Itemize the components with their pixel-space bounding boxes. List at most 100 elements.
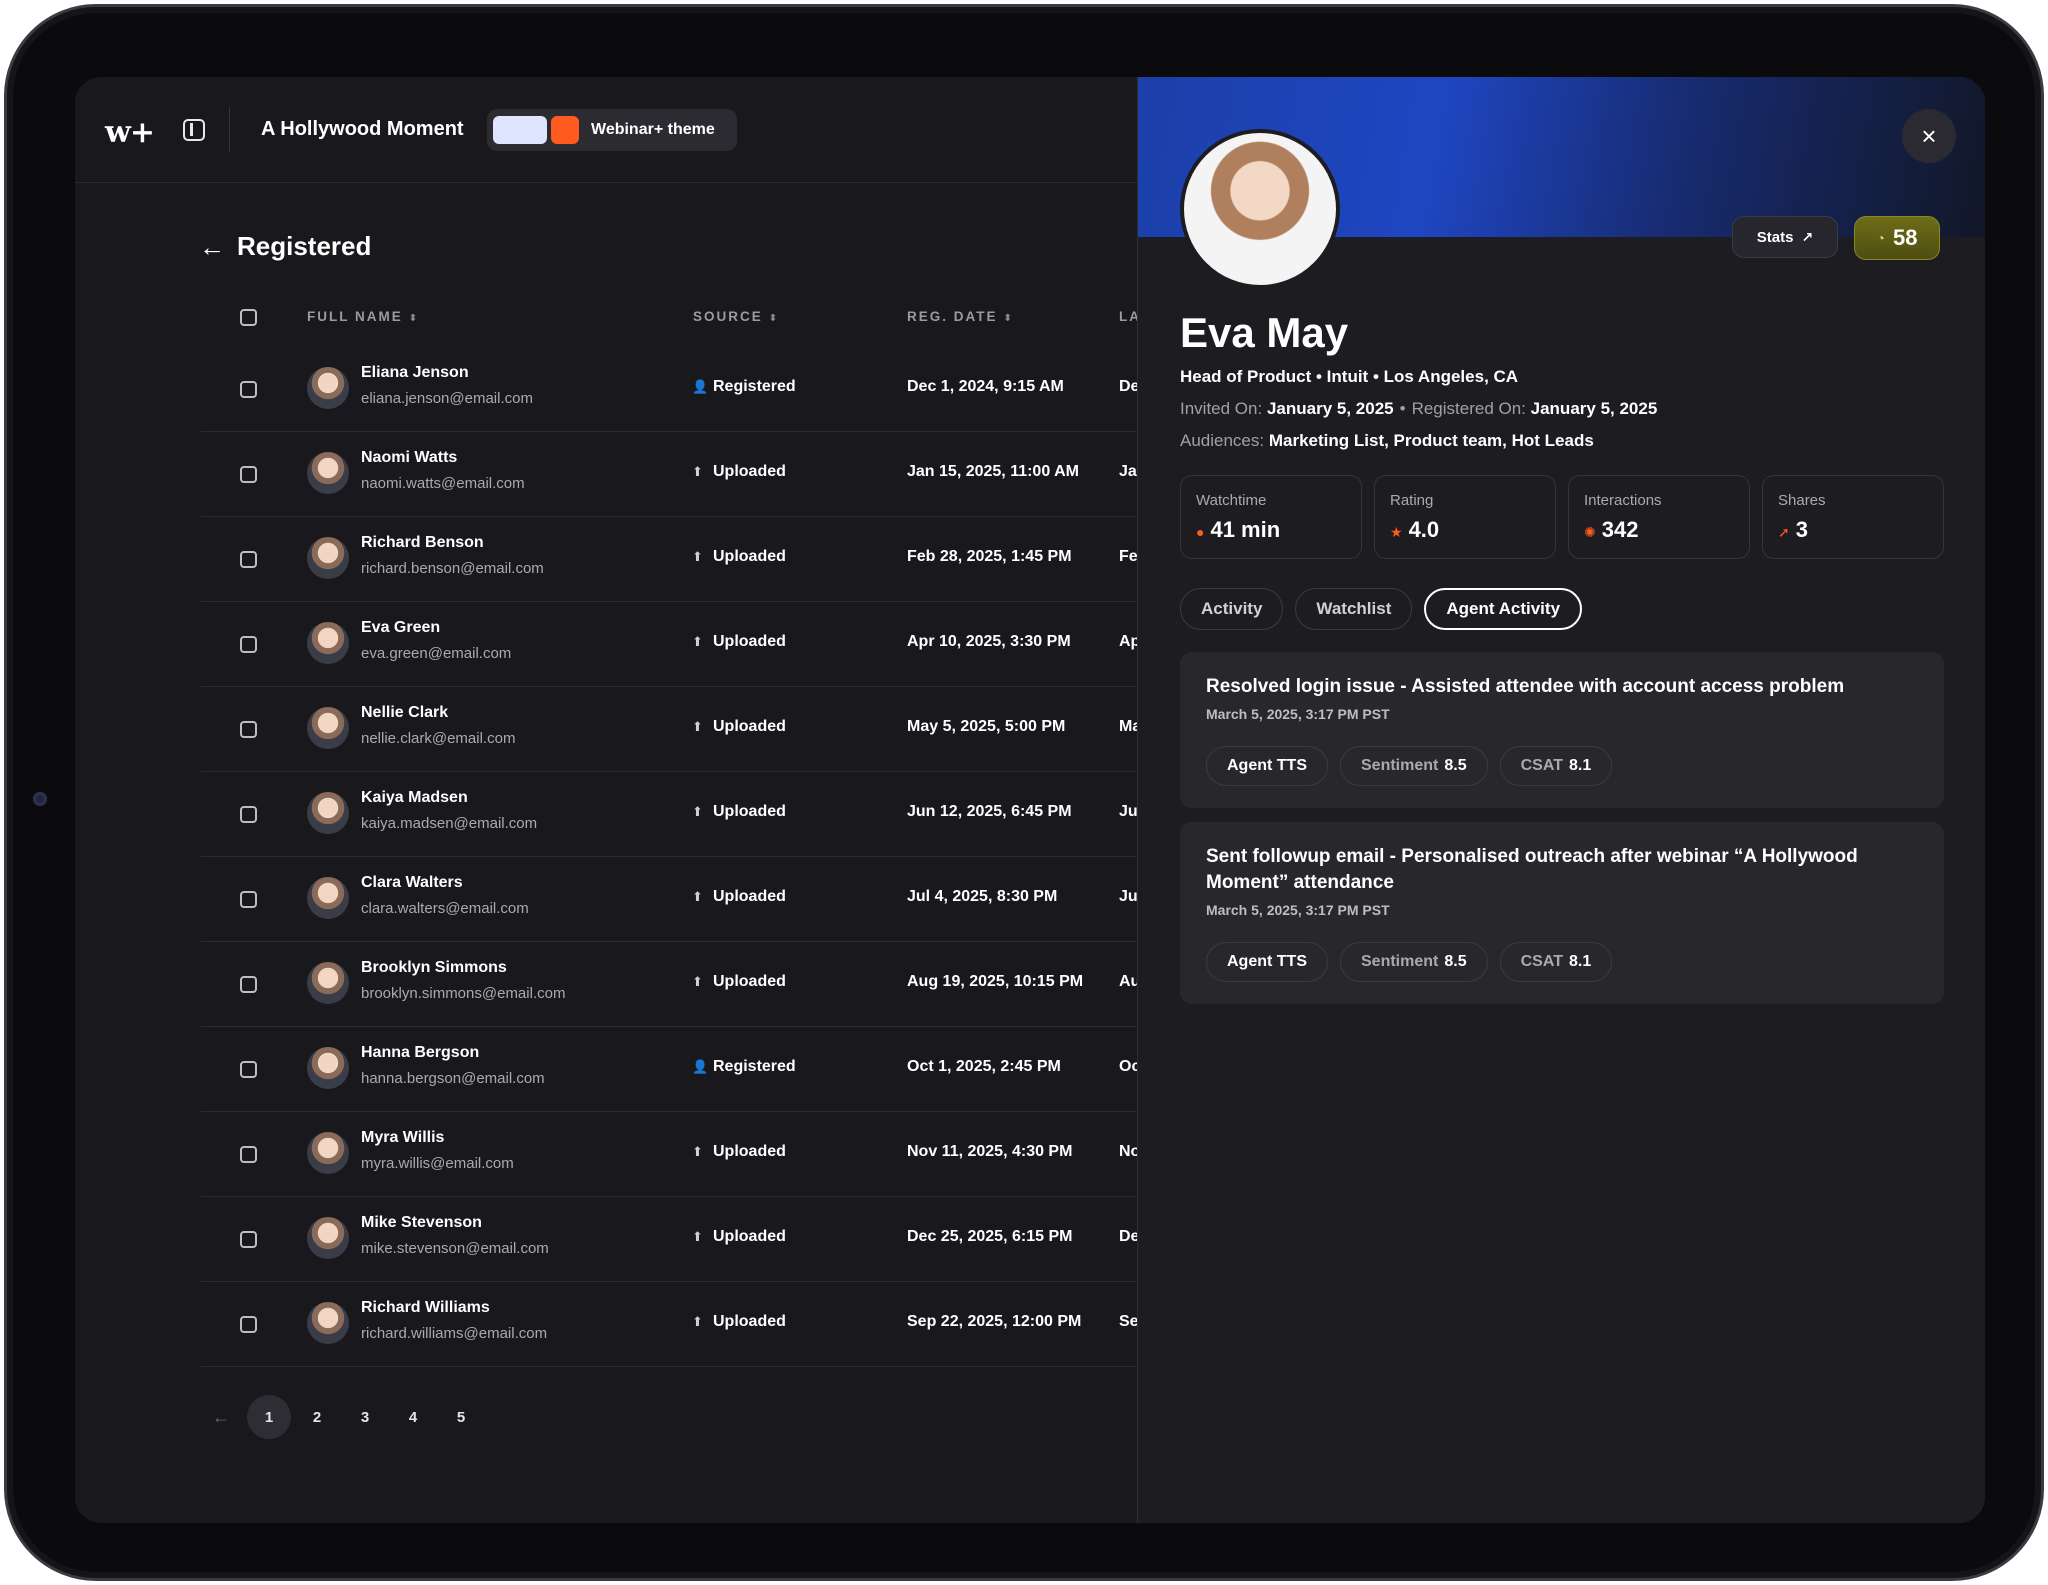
- metric-rating: Rating ★ 4.0: [1374, 475, 1556, 559]
- attendee-email: richard.williams@email.com: [361, 1325, 548, 1342]
- activity-card[interactable]: Sent followup email - Personalised outre…: [1180, 822, 1944, 1004]
- upload-icon: ⬆: [692, 1229, 703, 1244]
- source-label: Uploaded: [713, 888, 786, 905]
- prev-page-button[interactable]: ←: [199, 1395, 243, 1439]
- table-row[interactable]: 👤 Eliana Jenson eliana.jenson@email.com Reg…: [201, 347, 1162, 432]
- camera: [33, 792, 47, 806]
- avatar: [307, 537, 349, 579]
- attendee-name: Eva May: [1180, 309, 1349, 356]
- registration-date: Dec 1, 2024, 9:15 AM: [907, 378, 1064, 395]
- avatar: [307, 622, 349, 664]
- row-checkbox[interactable]: [240, 381, 257, 398]
- registration-date: Feb 28, 2025, 1:45 PM: [907, 548, 1072, 565]
- metric-label: Watchtime: [1196, 492, 1267, 509]
- row-checkbox[interactable]: [240, 1061, 257, 1078]
- app-logo[interactable]: w+: [105, 115, 155, 150]
- avatar: [307, 1302, 349, 1344]
- stats-button[interactable]: Stats ↗: [1732, 216, 1838, 258]
- activity-card[interactable]: Resolved login issue - Assisted attendee…: [1180, 652, 1944, 808]
- invite-dates: Invited On: January 5, 2025 • Registered O…: [1180, 399, 1658, 418]
- tab-activity[interactable]: Activity: [1180, 588, 1284, 630]
- row-checkbox[interactable]: [240, 636, 257, 653]
- column-header-full-name[interactable]: FULL NAME ⬍: [307, 309, 419, 324]
- attendee-email: clara.walters@email.com: [361, 900, 529, 917]
- select-all-checkbox[interactable]: [240, 309, 257, 326]
- row-checkbox[interactable]: [240, 551, 257, 568]
- sort-icon: ⬍: [408, 313, 420, 324]
- page-number-2[interactable]: 2: [295, 1395, 339, 1439]
- table-row[interactable]: ⬆ Richard Benson richard.benson@email.com U…: [201, 517, 1161, 602]
- tab-watchlist[interactable]: Watchlist: [1295, 588, 1413, 630]
- page-number-4[interactable]: 4: [391, 1395, 435, 1439]
- table-row[interactable]: ⬆ Kaiya Madsen kaiya.madsen@email.com Uploa…: [201, 772, 1161, 857]
- row-checkbox[interactable]: [240, 806, 257, 823]
- page-number-3[interactable]: 3: [343, 1395, 387, 1439]
- upload-icon: ⬆: [692, 1314, 703, 1329]
- source-label: Uploaded: [713, 463, 786, 480]
- table-row[interactable]: ⬆ Nellie Clark nellie.clark@email.com Uploa…: [201, 687, 1163, 772]
- row-checkbox[interactable]: [240, 1316, 257, 1333]
- row-checkbox[interactable]: [240, 466, 257, 483]
- registrants-table: FULL NAME⬍ SOURCE⬍ REG. DATE⬍ LAST 👤 Elia…: [201, 287, 1163, 1367]
- attendee-name: Kaiya Madsen: [361, 789, 468, 806]
- upload-icon: ⬆: [692, 634, 703, 649]
- page-number-5[interactable]: 5: [439, 1395, 483, 1439]
- avatar: [307, 962, 349, 1004]
- attendee-email: brooklyn.simmons@email.com: [361, 985, 566, 1002]
- table-row[interactable]: ⬆ Naomi Watts naomi.watts@email.com Uploade…: [201, 432, 1160, 517]
- table-row[interactable]: 👤 Hanna Bergson hanna.bergson@email.com Reg…: [201, 1027, 1159, 1112]
- row-checkbox[interactable]: [240, 891, 257, 908]
- pagination: ← 1 2 3 4 5: [199, 1395, 487, 1439]
- avatar: [307, 1217, 349, 1259]
- activity-chip: Agent TTS: [1206, 746, 1328, 786]
- page-number-1[interactable]: 1: [247, 1395, 291, 1439]
- table-row[interactable]: ⬆ Eva Green eva.green@email.com Uploaded Apr…: [201, 602, 1160, 687]
- upload-icon: ⬆: [692, 719, 703, 734]
- activity-chip: Sentiment 8.5: [1340, 942, 1488, 982]
- table-row[interactable]: ⬆ Richard Williams richard.williams@email.…: [201, 1282, 1162, 1367]
- row-checkbox[interactable]: [240, 721, 257, 738]
- upload-icon: ⬆: [692, 549, 703, 564]
- tablet-frame: w+ A Hollywood Moment Webinar+ theme ← R…: [4, 4, 2044, 1581]
- metric-watchtime: Watchtime ● 41 min: [1180, 475, 1362, 559]
- table-row[interactable]: ⬆ Brooklyn Simmons brooklyn.simmons@email.…: [201, 942, 1163, 1027]
- avatar: [307, 792, 349, 834]
- registration-date: Apr 10, 2025, 3:30 PM: [907, 633, 1071, 650]
- attendee-name: Richard Williams: [361, 1299, 490, 1316]
- registration-date: Aug 19, 2025, 10:15 PM: [907, 973, 1084, 990]
- tab-agent-activity[interactable]: Agent Activity: [1424, 588, 1583, 630]
- source-label: Registered: [713, 378, 796, 395]
- row-checkbox[interactable]: [240, 976, 257, 993]
- attendee-email: richard.benson@email.com: [361, 560, 544, 577]
- profile-avatar: [1180, 129, 1340, 289]
- table-row[interactable]: ⬆ Myra Willis myra.willis@email.com Uploade…: [201, 1112, 1163, 1197]
- registration-date: Jan 15, 2025, 11:00 AM: [907, 463, 1079, 480]
- registration-date: May 5, 2025, 5:00 PM: [907, 718, 1066, 735]
- external-link-icon: ↗: [1801, 228, 1814, 245]
- theme-selector[interactable]: Webinar+ theme: [487, 109, 737, 151]
- table-row[interactable]: ⬆ Clara Walters clara.walters@email.com Upl…: [201, 857, 1160, 942]
- table-row[interactable]: ⬆ Mike Stevenson mike.stevenson@email.com U…: [201, 1197, 1162, 1282]
- metric-shares: Shares ➚ 3: [1762, 475, 1944, 559]
- close-button[interactable]: ×: [1902, 109, 1956, 163]
- activity-chips: Agent TTS Sentiment 8.5 CSAT 8.1: [1206, 746, 1918, 786]
- activity-chip: Sentiment 8.5: [1340, 746, 1488, 786]
- back-arrow-icon[interactable]: ←: [199, 234, 225, 260]
- avatar: [307, 452, 349, 494]
- registration-date: Nov 11, 2025, 4:30 PM: [907, 1143, 1073, 1160]
- row-checkbox[interactable]: [240, 1146, 257, 1163]
- source-label: Uploaded: [713, 803, 786, 820]
- column-header-reg-date[interactable]: REG. DATE ⬍: [907, 309, 1014, 324]
- activity-chip: CSAT 8.1: [1499, 942, 1613, 982]
- source-label: Uploaded: [713, 1313, 786, 1330]
- row-checkbox[interactable]: [240, 1231, 257, 1248]
- audiences: Audiences: Marketing List, Product team,…: [1180, 431, 1594, 450]
- column-header-source[interactable]: SOURCE ⬍: [693, 309, 779, 324]
- attendee-name: Eliana Jenson: [361, 364, 469, 381]
- attendee-name: Nellie Clark: [361, 704, 449, 721]
- sidebar-toggle-icon[interactable]: [183, 119, 205, 141]
- avatar: [307, 877, 349, 919]
- activity-time: March 5, 2025, 3:17 PM PST: [1206, 706, 1390, 722]
- table-body: 👤 Eliana Jenson eliana.jenson@email.com Reg…: [201, 347, 1163, 1367]
- upload-icon: ⬆: [692, 974, 703, 989]
